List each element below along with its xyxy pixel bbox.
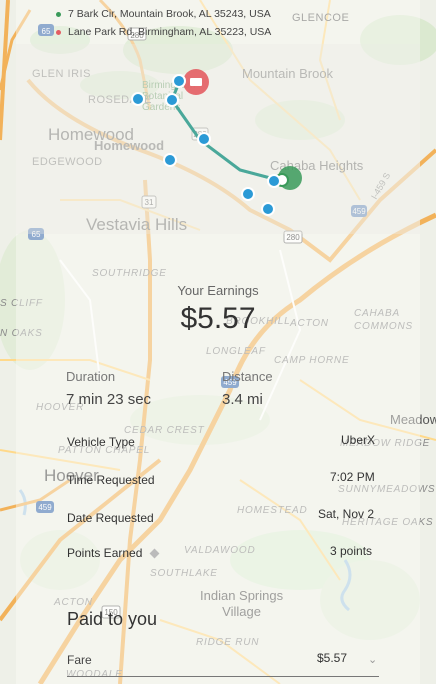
time-requested-label: Time Requested <box>67 473 155 487</box>
chevron-down-icon[interactable]: ⌄ <box>368 653 377 666</box>
route-map-panel[interactable] <box>16 44 420 234</box>
earnings-label: Your Earnings <box>177 283 259 298</box>
fare-value[interactable]: $5.57 <box>317 651 347 665</box>
distance-label: Distance <box>222 369 273 384</box>
trip-detail-card <box>16 0 420 684</box>
start-address-text: 7 Bark Cir, Mountain Brook, AL 35243, US… <box>68 8 271 20</box>
end-address-text: Lane Park Rd, Birmingham, AL 35223, USA <box>68 26 272 38</box>
fare-divider <box>67 676 379 677</box>
duration-label: Duration <box>66 369 116 384</box>
date-requested-label: Date Requested <box>67 511 154 525</box>
time-requested-value: 7:02 PM <box>330 470 375 484</box>
paid-to-you-title: Paid to you <box>67 609 158 629</box>
start-address: 7 Bark Cir, Mountain Brook, AL 35243, US… <box>56 8 271 20</box>
duration-value: 7 min 23 sec <box>66 391 152 408</box>
date-requested-value: Sat, Nov 2 <box>318 507 375 521</box>
info-diamond-icon[interactable] <box>149 548 160 559</box>
points-earned-label: Points Earned <box>67 546 143 560</box>
earnings-amount: $5.57 <box>180 302 256 335</box>
start-dot-icon <box>56 11 61 17</box>
fare-label[interactable]: Fare <box>67 653 92 667</box>
end-address: Lane Park Rd, Birmingham, AL 35223, USA <box>56 26 271 38</box>
vehicle-type-label: Vehicle Type <box>67 435 135 449</box>
points-earned-row[interactable]: Points Earned <box>67 546 160 560</box>
vehicle-type-value: UberX <box>341 433 376 447</box>
end-dot-icon <box>56 29 61 35</box>
points-earned-value: 3 points <box>330 544 373 558</box>
distance-value: 3.4 mi <box>222 391 263 408</box>
